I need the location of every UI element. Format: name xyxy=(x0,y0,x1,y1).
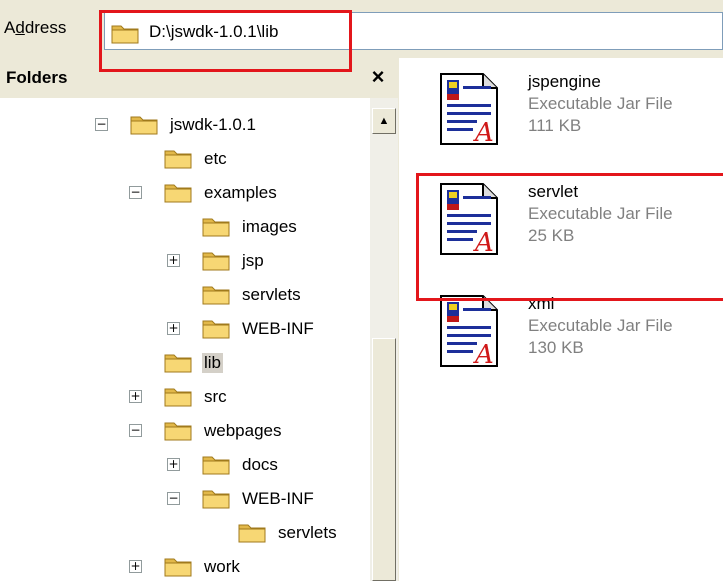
collapse-icon[interactable]: − xyxy=(129,424,142,437)
tree-item-label: WEB-INF xyxy=(242,489,314,508)
tree-item-label: jsp xyxy=(242,251,264,270)
folder-icon xyxy=(164,181,192,208)
jar-file-icon: A xyxy=(439,182,499,261)
file-item[interactable]: Ajspengine Executable Jar File 111 KB xyxy=(399,72,723,182)
jar-file-icon: A xyxy=(439,294,499,373)
expand-icon[interactable]: + xyxy=(129,390,142,403)
file-size: 111 KB xyxy=(528,116,582,135)
jar-file-icon: A xyxy=(439,72,499,151)
scroll-up-icon[interactable]: ▲ xyxy=(372,108,396,134)
tree-item-label: images xyxy=(242,217,297,236)
tree-item[interactable]: servlets xyxy=(0,278,370,312)
tree-item-label: examples xyxy=(204,183,277,202)
tree-item[interactable]: + docs xyxy=(0,448,370,482)
address-path: D:\jswdk-1.0.1\lib xyxy=(149,22,279,41)
folder-icon xyxy=(202,487,230,514)
folder-icon xyxy=(164,147,192,174)
tree-item-label: WEB-INF xyxy=(242,319,314,338)
folder-icon xyxy=(164,385,192,412)
collapse-icon[interactable]: − xyxy=(167,492,180,505)
folder-icon xyxy=(238,521,266,548)
tree-item-label: lib xyxy=(202,353,224,373)
file-item[interactable]: Axml Executable Jar File 130 KB xyxy=(399,294,723,404)
folders-header: Folders × xyxy=(0,58,398,98)
expand-icon[interactable]: + xyxy=(167,254,180,267)
folder-icon xyxy=(202,317,230,344)
tree-item[interactable]: + jsp xyxy=(0,244,370,278)
close-icon[interactable]: × xyxy=(366,64,390,90)
tree-item-label: etc xyxy=(204,149,227,168)
svg-text:A: A xyxy=(473,118,494,146)
expand-icon[interactable]: + xyxy=(167,322,180,335)
collapse-icon[interactable]: − xyxy=(129,186,142,199)
tree-item[interactable]: − examples xyxy=(0,176,370,210)
file-name: xml xyxy=(528,294,555,313)
tree-item-label: servlets xyxy=(242,285,301,304)
expand-icon[interactable]: + xyxy=(167,458,180,471)
address-label: Address xyxy=(4,18,67,37)
scrollbar-thumb[interactable] xyxy=(372,338,396,581)
tree-item-label: jswdk-1.0.1 xyxy=(170,115,256,134)
tree-item-label: webpages xyxy=(204,421,282,440)
address-bar: Address D:\jswdk-1.0.1\lib xyxy=(0,0,723,58)
file-item[interactable]: Aservlet Executable Jar File 25 KB xyxy=(399,182,723,292)
tree-item[interactable]: lib xyxy=(0,346,370,380)
expand-icon[interactable]: + xyxy=(129,560,142,573)
file-type: Executable Jar File xyxy=(528,94,673,113)
files-pane: Ajspengine Executable Jar File 111 KB Aserv… xyxy=(399,58,723,581)
svg-text:A: A xyxy=(473,340,494,368)
tree-item[interactable]: + src xyxy=(0,380,370,414)
file-type: Executable Jar File xyxy=(528,204,673,223)
folder-icon xyxy=(111,22,139,49)
tree-item-label: docs xyxy=(242,455,278,474)
file-name: jspengine xyxy=(528,72,601,91)
tree-item[interactable]: − webpages xyxy=(0,414,370,448)
folder-icon xyxy=(164,419,192,446)
folder-icon xyxy=(202,249,230,276)
file-size: 25 KB xyxy=(528,226,575,245)
folder-icon xyxy=(202,215,230,242)
folder-tree: − jswdk-1.0.1 etc − examples images + jsp servle… xyxy=(0,98,370,581)
folders-scrollbar[interactable]: ▲ xyxy=(370,98,398,581)
tree-item[interactable]: − WEB-INF xyxy=(0,482,370,516)
tree-item[interactable]: + WEB-INF xyxy=(0,312,370,346)
svg-text:A: A xyxy=(473,228,494,256)
folder-icon xyxy=(130,113,158,140)
folders-title: Folders xyxy=(6,68,68,87)
file-size: 130 KB xyxy=(528,338,584,357)
tree-item-label: work xyxy=(204,557,240,576)
folder-icon xyxy=(164,555,192,581)
tree-item-label: servlets xyxy=(278,523,337,542)
folder-icon xyxy=(164,351,192,378)
folder-icon xyxy=(202,283,230,310)
collapse-icon[interactable]: − xyxy=(95,118,108,131)
tree-item-label: src xyxy=(204,387,227,406)
folder-icon xyxy=(202,453,230,480)
file-type: Executable Jar File xyxy=(528,316,673,335)
tree-item[interactable]: + work xyxy=(0,550,370,581)
tree-item[interactable]: images xyxy=(0,210,370,244)
tree-item[interactable]: etc xyxy=(0,142,370,176)
tree-item[interactable]: − jswdk-1.0.1 xyxy=(0,108,370,142)
tree-item[interactable]: servlets xyxy=(0,516,370,550)
address-field[interactable]: D:\jswdk-1.0.1\lib xyxy=(104,12,723,50)
file-name: servlet xyxy=(528,182,579,201)
